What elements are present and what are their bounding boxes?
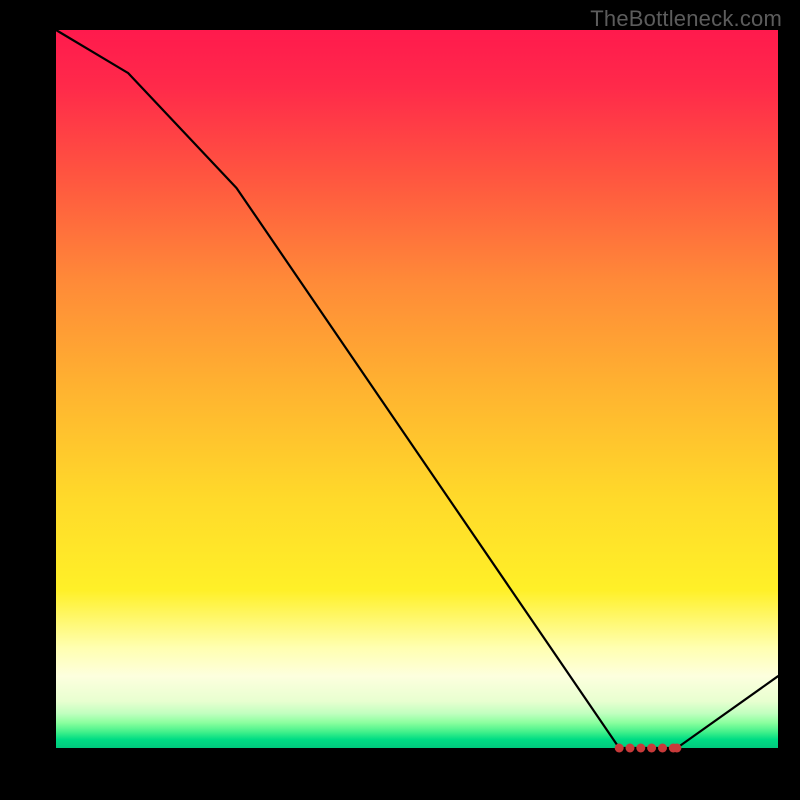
bottleneck-chart xyxy=(0,0,800,800)
watermark-text: TheBottleneck.com xyxy=(590,6,782,32)
curve-marker xyxy=(615,744,624,753)
curve-marker xyxy=(636,744,645,753)
plot-background xyxy=(56,30,778,748)
curve-marker xyxy=(647,744,656,753)
curve-marker xyxy=(672,744,681,753)
curve-marker xyxy=(658,744,667,753)
curve-marker xyxy=(626,744,635,753)
